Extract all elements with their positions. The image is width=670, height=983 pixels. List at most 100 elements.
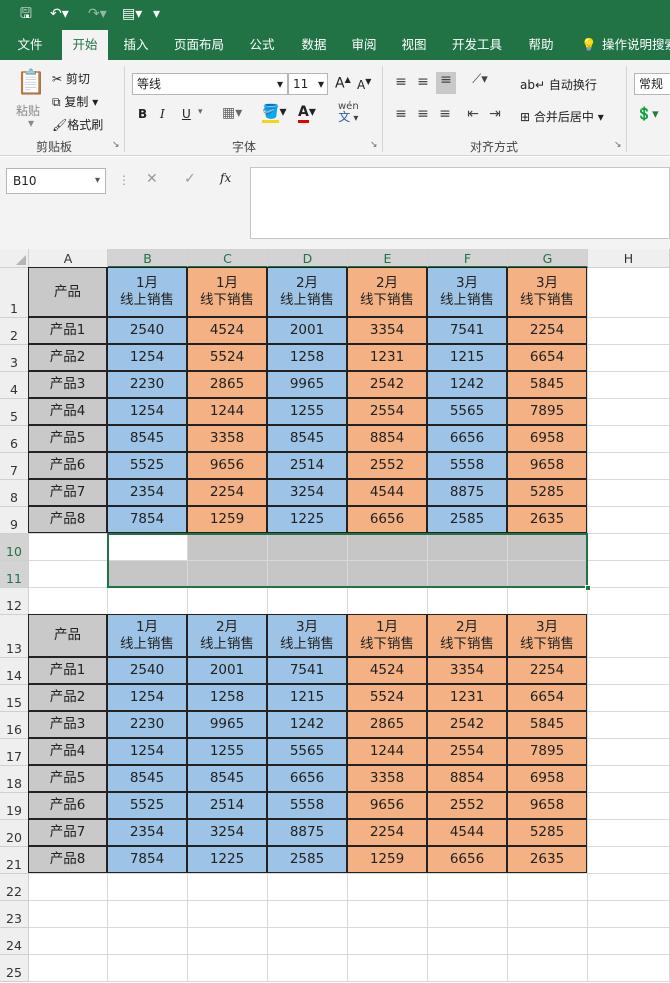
cell[interactable] <box>188 588 268 615</box>
grow-font-button[interactable]: A▲ <box>335 75 351 92</box>
tab-review[interactable]: 审阅 <box>342 30 386 60</box>
data-cell[interactable]: 5558 <box>427 452 507 479</box>
phonetic-guide-button[interactable]: wén 文 ▾ <box>338 102 359 124</box>
row-label[interactable]: 产品3 <box>28 711 107 738</box>
cell[interactable] <box>588 534 670 561</box>
data-cell[interactable]: 8545 <box>107 425 187 452</box>
cell[interactable] <box>588 685 670 712</box>
data-cell[interactable]: 7541 <box>427 317 507 344</box>
row-label[interactable]: 产品2 <box>28 344 107 371</box>
data-cell[interactable]: 6656 <box>347 506 427 533</box>
data-cell[interactable]: 2354 <box>107 819 187 846</box>
row-header-15[interactable]: 15 <box>0 685 29 712</box>
cell[interactable] <box>108 901 188 928</box>
selected-cell[interactable] <box>508 534 588 561</box>
data-cell[interactable]: 6958 <box>507 425 587 452</box>
cell[interactable] <box>588 507 670 534</box>
data-cell[interactable]: 8854 <box>427 765 507 792</box>
align-left-icon[interactable]: ≡ <box>392 106 410 122</box>
data-cell[interactable]: 2254 <box>507 317 587 344</box>
row-label[interactable]: 产品1 <box>28 317 107 344</box>
cell[interactable] <box>29 874 108 901</box>
cell[interactable] <box>428 874 508 901</box>
data-cell[interactable]: 4544 <box>347 479 427 506</box>
cell[interactable] <box>588 588 670 615</box>
data-cell[interactable]: 3254 <box>187 819 267 846</box>
decrease-indent-icon[interactable]: ⇤ <box>464 106 482 122</box>
merge-center-button[interactable]: ⊞ 合并后居中 ▾ <box>520 108 604 125</box>
row-label[interactable]: 产品3 <box>28 371 107 398</box>
selected-cell[interactable] <box>348 561 428 588</box>
cell[interactable] <box>188 928 268 955</box>
row-label[interactable]: 产品6 <box>28 792 107 819</box>
data-cell[interactable]: 6654 <box>507 684 587 711</box>
cell[interactable] <box>508 955 588 982</box>
data-cell[interactable]: 3354 <box>347 317 427 344</box>
enter-icon[interactable]: ✓ <box>184 171 196 187</box>
tab-home[interactable]: 开始 <box>62 30 108 60</box>
row-header-4[interactable]: 4 <box>0 372 29 399</box>
lightbulb-icon[interactable]: 💡 <box>580 30 598 60</box>
row-label[interactable]: 产品6 <box>28 452 107 479</box>
cell[interactable] <box>188 874 268 901</box>
formula-input[interactable] <box>250 167 670 239</box>
cell[interactable] <box>29 955 108 982</box>
cell[interactable] <box>268 588 348 615</box>
name-box[interactable]: B10 ▾ <box>6 168 106 194</box>
data-cell[interactable]: 2001 <box>267 317 347 344</box>
data-cell[interactable]: 2552 <box>427 792 507 819</box>
cell[interactable] <box>588 847 670 874</box>
data-cell[interactable]: 7854 <box>107 846 187 873</box>
data-cell[interactable]: 7541 <box>267 657 347 684</box>
tell-me-search[interactable]: 操作说明搜索 <box>602 30 670 60</box>
cell[interactable] <box>348 874 428 901</box>
row-header-23[interactable]: 23 <box>0 901 29 928</box>
data-cell[interactable]: 4524 <box>347 657 427 684</box>
data-cell[interactable]: 8854 <box>347 425 427 452</box>
data-cell[interactable]: 2554 <box>347 398 427 425</box>
borders-icon[interactable]: ▦▾ <box>222 105 242 121</box>
data-cell[interactable]: 1225 <box>187 846 267 873</box>
row-header-21[interactable]: 21 <box>0 847 29 874</box>
row-label[interactable]: 产品7 <box>28 819 107 846</box>
row-header-1[interactable]: 1 <box>0 268 29 318</box>
data-cell[interactable]: 1254 <box>107 738 187 765</box>
data-cell[interactable]: 7854 <box>107 506 187 533</box>
data-cell[interactable]: 5565 <box>427 398 507 425</box>
data-cell[interactable]: 2552 <box>347 452 427 479</box>
row-label[interactable]: 产品8 <box>28 506 107 533</box>
wrap-text-button[interactable]: ab↵ 自动换行 <box>520 76 597 93</box>
insert-function-icon[interactable]: fx <box>220 171 231 185</box>
cell[interactable] <box>588 793 670 820</box>
cell[interactable] <box>588 268 670 318</box>
redo-icon[interactable]: ↷▾ <box>88 6 107 22</box>
font-size-select[interactable]: 11 ▾ <box>288 73 328 95</box>
align-bottom-icon[interactable]: ≡ <box>436 72 456 94</box>
cell[interactable] <box>29 534 108 561</box>
align-top-icon[interactable]: ≡ <box>392 74 410 90</box>
data-cell[interactable]: 9658 <box>507 452 587 479</box>
italic-button[interactable]: I <box>160 107 165 121</box>
cell[interactable] <box>348 955 428 982</box>
row-header-12[interactable]: 12 <box>0 588 29 615</box>
cell[interactable] <box>268 874 348 901</box>
cell[interactable] <box>588 561 670 588</box>
data-cell[interactable]: 2865 <box>187 371 267 398</box>
selected-cell[interactable] <box>428 534 508 561</box>
row-header-5[interactable]: 5 <box>0 399 29 426</box>
row-header-10[interactable]: 10 <box>0 534 29 561</box>
row-label[interactable]: 产品5 <box>28 425 107 452</box>
column-header-f[interactable]: F <box>428 249 508 268</box>
clipboard-launcher-icon[interactable]: ↘ <box>112 140 120 150</box>
tab-file[interactable]: 文件 <box>8 30 52 60</box>
data-cell[interactable]: 5558 <box>267 792 347 819</box>
data-cell[interactable]: 5845 <box>507 711 587 738</box>
row-label[interactable]: 产品4 <box>28 398 107 425</box>
number-format-select[interactable]: 常规 <box>634 73 670 95</box>
row-header-14[interactable]: 14 <box>0 658 29 685</box>
cell[interactable] <box>588 345 670 372</box>
data-cell[interactable]: 8875 <box>267 819 347 846</box>
data-cell[interactable]: 1231 <box>347 344 427 371</box>
data-cell[interactable]: 2254 <box>347 819 427 846</box>
align-center-icon[interactable]: ≡ <box>414 106 432 122</box>
